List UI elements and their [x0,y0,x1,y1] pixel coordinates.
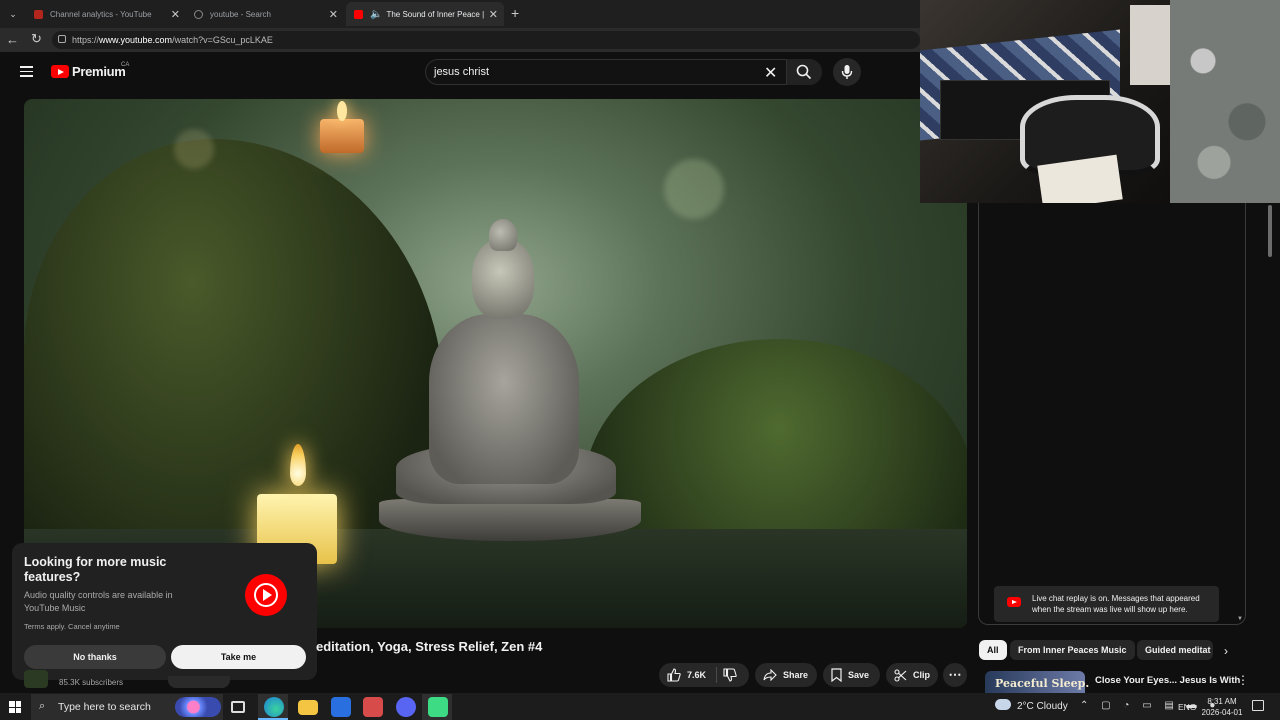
share-arrow-icon [763,669,777,681]
gift-app-icon[interactable] [363,697,383,717]
tab-inner-peace[interactable]: 🔈 The Sound of Inner Peace | Relaxing Mu… [346,2,504,26]
task-view-icon[interactable] [231,701,245,713]
no-thanks-button[interactable]: No thanks [24,645,166,669]
live-chat-panel [978,203,1246,625]
more-actions-button[interactable]: ⋯ [943,663,967,687]
close-tab-icon[interactable]: ✕ [171,8,180,21]
popup-title: Looking for more music features? [24,555,167,584]
chip-guided-meditation[interactable]: Guided meditat [1137,640,1213,660]
new-tab-plus-icon[interactable]: + [511,5,519,21]
outlook-icon[interactable] [331,697,351,717]
tab-title: youtube - Search [210,9,271,19]
youtube-logo-icon[interactable] [51,65,69,78]
chip-from-channel[interactable]: From Inner Peaces Music [1010,640,1135,660]
buddha-head [472,239,534,319]
share-label: Share [783,670,809,680]
windows-start-icon[interactable] [9,701,21,713]
chat-scrollbar[interactable] [1268,205,1272,257]
close-tab-icon[interactable]: ✕ [329,8,338,21]
chat-replay-text: Live chat replay is on. Messages that ap… [1032,594,1200,614]
chevron-right-icon[interactable]: › [1224,644,1228,658]
subscriber-count: 85.3K subscribers [59,678,124,687]
clock-time: 8:31 AM [1207,697,1237,706]
scissors-icon [894,668,907,682]
save-button[interactable]: Save [823,663,880,687]
close-tab-icon[interactable]: ✕ [489,8,498,21]
clip-label: Clip [913,670,930,680]
youtube-small-icon [1007,597,1021,607]
clock[interactable]: 8:31 AM 2026-04-01 [1200,696,1244,718]
search-favicon-icon [194,9,203,19]
url-path: /watch?v=GScu_pcLKAE [172,35,273,45]
like-count: 7.6K [687,670,707,680]
candle-flame [337,101,347,121]
search-button[interactable] [786,59,822,85]
thumbnail-text: Peaceful Sleep. [995,677,1090,690]
taskbar-search-placeholder[interactable]: Type here to search [58,701,151,713]
thumbs-up-icon [667,668,681,682]
clip-button[interactable]: Clip [886,663,938,687]
thumbs-down-icon[interactable] [723,668,737,682]
share-button[interactable]: Share [755,663,817,687]
video-title: editation, Yoga, Stress Relief, Zen #4 [316,639,543,654]
file-explorer-icon[interactable] [298,700,318,715]
recommendation-title[interactable]: Close Your Eyes... Jesus Is With [1095,675,1240,686]
candle-small [320,119,364,153]
kebab-menu-icon[interactable]: ⋮ [1237,673,1249,687]
search-icon: ⌕ [39,700,46,712]
clear-search-icon[interactable]: ✕ [764,63,777,83]
channel-avatar[interactable] [24,670,48,688]
microphone-icon [841,65,853,79]
scroll-down-icon[interactable]: ▼ [1237,616,1243,622]
search-input[interactable]: jesus christ [434,66,489,78]
buddha-body [429,314,579,484]
voice-search-button[interactable] [833,58,861,86]
back-arrow-icon[interactable]: ← [6,32,19,47]
premium-logo-text[interactable]: Premium [72,64,126,79]
notification-center-icon[interactable] [1252,700,1264,711]
buddha-topknot [489,219,517,251]
popup-terms-link[interactable]: Terms apply. Cancel anytime [24,622,120,631]
buddha-lotus-base [379,499,641,541]
tab-channel-analytics[interactable]: Channel analytics - YouTube Studio ✕ [26,2,186,26]
address-bar[interactable]: https://www.youtube.com/watch?v=GScu_pcL… [52,31,920,49]
url-scheme: https:// [72,35,100,45]
youtube-music-icon [245,574,287,616]
take-me-button[interactable]: Take me [171,645,306,669]
search-icon [796,64,812,80]
more-actions-icon: ⋯ [948,667,962,682]
search-highlight-art[interactable] [175,697,221,717]
like-button[interactable]: 7.6K [659,663,749,687]
hamburger-menu-icon[interactable] [20,66,33,77]
weather-text[interactable]: 2°C Cloudy [1017,701,1068,712]
bokeh-light [664,159,724,219]
webcam-overlay [920,0,1280,203]
tab-title: Channel analytics - YouTube Studio [50,9,154,19]
popup-description: Audio quality controls are available in … [24,590,173,613]
like-divider [716,667,717,683]
cloudy-weather-icon[interactable] [995,699,1011,710]
reload-icon[interactable]: ↻ [31,31,42,47]
discord-icon[interactable] [396,697,416,717]
country-code: CA [121,62,130,68]
url-host: www.youtube.com [99,35,173,45]
tab-list-chevron-icon[interactable]: ⌄ [6,7,20,21]
subscribe-button[interactable] [168,676,230,688]
android-app-icon[interactable] [428,697,448,717]
tab-youtube-search[interactable]: youtube - Search ✕ [186,2,344,26]
clock-date: 2026-04-01 [1201,708,1243,717]
edge-browser-icon[interactable] [264,697,284,717]
youtube-studio-favicon-icon [34,9,43,19]
chip-all[interactable]: All [979,640,1007,660]
input-language[interactable]: ENG [1178,702,1196,712]
tab-title: The Sound of Inner Peace | Relaxing Musi… [386,9,486,19]
person-camo-sleeve [1170,0,1280,203]
bookmark-icon [831,668,842,682]
site-info-icon[interactable] [58,35,66,43]
speaker-icon[interactable]: 🔈 [370,9,382,20]
youtube-favicon-icon [354,9,363,19]
save-label: Save [848,670,870,680]
bokeh-light [174,129,214,169]
